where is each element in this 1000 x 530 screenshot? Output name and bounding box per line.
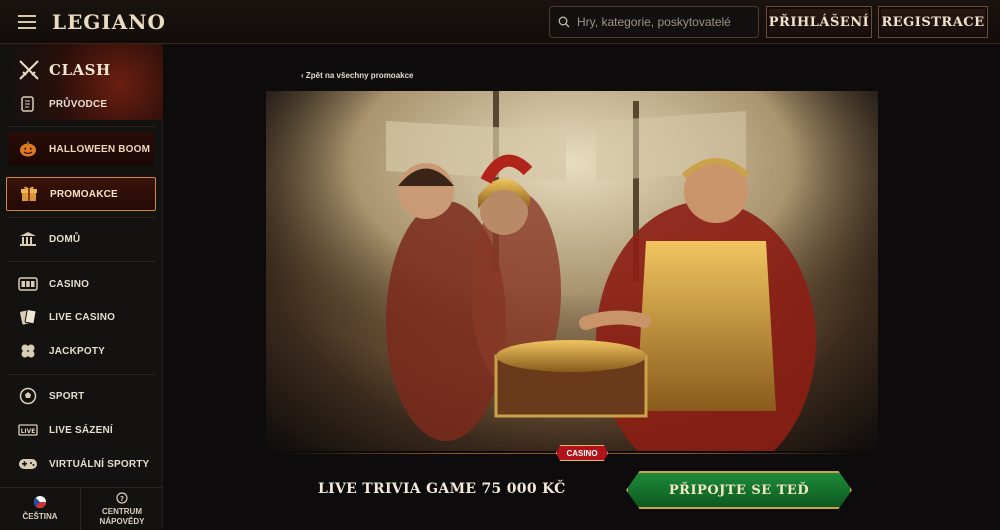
svg-text:LIVE: LIVE bbox=[21, 428, 36, 435]
language-label: ČEŠTINA bbox=[22, 512, 58, 521]
logo[interactable]: LEGIANO bbox=[52, 10, 166, 34]
divider bbox=[8, 217, 155, 218]
back-link[interactable]: ‹ Zpět na všechny promoakce bbox=[301, 71, 413, 80]
promo-title: LIVE TRIVIA GAME 75 000 KČ bbox=[318, 481, 566, 497]
sidebar-item-promotions[interactable]: PROMOAKCE bbox=[6, 177, 156, 211]
help-icon: ? bbox=[116, 491, 128, 504]
sidebar-item-label: VIRTUÁLNÍ SPORTY bbox=[49, 458, 150, 470]
sidebar-footer: ČEŠTINA ? CENTRUM NÁPOVĚDY bbox=[0, 487, 163, 530]
sidebar-item-sport[interactable]: SPORT bbox=[0, 381, 163, 411]
sidebar-item-home[interactable]: DOMŮ bbox=[0, 224, 163, 254]
czech-flag-icon bbox=[34, 496, 46, 508]
clover-icon bbox=[17, 340, 39, 362]
help-label-line2: NÁPOVĚDY bbox=[99, 516, 145, 526]
crossed-swords-icon bbox=[19, 60, 39, 80]
back-link-label: Zpět na všechny promoakce bbox=[305, 71, 414, 80]
sidebar-item-label: PRŮVODCE bbox=[49, 98, 108, 110]
sidebar-item-virtual-sports[interactable]: VIRTUÁLNÍ SPORTY bbox=[0, 449, 163, 479]
register-button[interactable]: REGISTRACE bbox=[878, 6, 988, 38]
ball-icon bbox=[17, 385, 39, 407]
slot-machine-icon bbox=[17, 273, 39, 295]
roman-scene-illustration bbox=[266, 91, 878, 451]
help-label-line1: CENTRUM bbox=[102, 506, 142, 516]
sidebar-item-label: HALLOWEEN BOOM bbox=[49, 143, 151, 155]
sidebar-item-label: SPORT bbox=[49, 390, 85, 402]
sidebar-item-label: LIVE SÁZENÍ bbox=[49, 424, 113, 436]
cards-icon bbox=[17, 306, 39, 328]
divider bbox=[8, 126, 155, 127]
login-button[interactable]: PŘIHLÁŠENÍ bbox=[766, 6, 872, 38]
sidebar-item-casino[interactable]: CASINO bbox=[0, 269, 163, 299]
menu-icon[interactable] bbox=[18, 15, 36, 29]
top-bar: LEGIANO PŘIHLÁŠENÍ REGISTRACE bbox=[0, 0, 1000, 44]
help-center-link[interactable]: ? CENTRUM NÁPOVĚDY bbox=[81, 488, 163, 530]
sidebar-item-label: DOMŮ bbox=[49, 233, 81, 245]
clash-title: CLASH bbox=[49, 61, 111, 79]
divider bbox=[8, 261, 155, 262]
sidebar-item-guide[interactable]: PRŮVODCE bbox=[0, 89, 163, 119]
svg-text:?: ? bbox=[120, 495, 124, 503]
gamepad-icon bbox=[17, 453, 39, 475]
search-input[interactable] bbox=[577, 15, 747, 29]
sidebar-item-halloween-boom[interactable]: HALLOWEEN BOOM bbox=[8, 132, 154, 166]
live-icon: LIVE bbox=[17, 419, 39, 441]
sidebar-item-live-betting[interactable]: LIVE LIVE SÁZENÍ bbox=[0, 415, 163, 445]
sidebar-item-live-casino[interactable]: LIVE CASINO bbox=[0, 302, 163, 332]
sidebar-item-label: LIVE CASINO bbox=[49, 311, 116, 323]
gift-icon bbox=[18, 183, 40, 205]
sidebar-item-label: PROMOAKCE bbox=[50, 188, 118, 200]
search-box[interactable] bbox=[549, 6, 759, 38]
join-now-button[interactable]: PŘIPOJTE SE TEĎ bbox=[626, 471, 852, 509]
temple-icon bbox=[17, 228, 39, 250]
sidebar-item-label: CASINO bbox=[49, 278, 90, 290]
search-icon bbox=[558, 16, 570, 28]
category-badge: CASINO bbox=[556, 445, 608, 461]
language-selector[interactable]: ČEŠTINA bbox=[0, 488, 81, 530]
main-content: ‹ Zpět na všechny promoakce CASINO LIVE … bbox=[164, 44, 1000, 529]
promo-banner-image bbox=[266, 91, 878, 451]
divider bbox=[8, 374, 155, 375]
scroll-icon bbox=[17, 93, 39, 115]
sidebar-item-label: JACKPOTY bbox=[49, 345, 106, 357]
pumpkin-icon bbox=[17, 138, 39, 160]
sidebar-item-jackpots[interactable]: JACKPOTY bbox=[0, 336, 163, 366]
sidebar: CLASH PRŮVODCE HALLOWEEN BOOM PROMOAKCE … bbox=[0, 44, 163, 530]
